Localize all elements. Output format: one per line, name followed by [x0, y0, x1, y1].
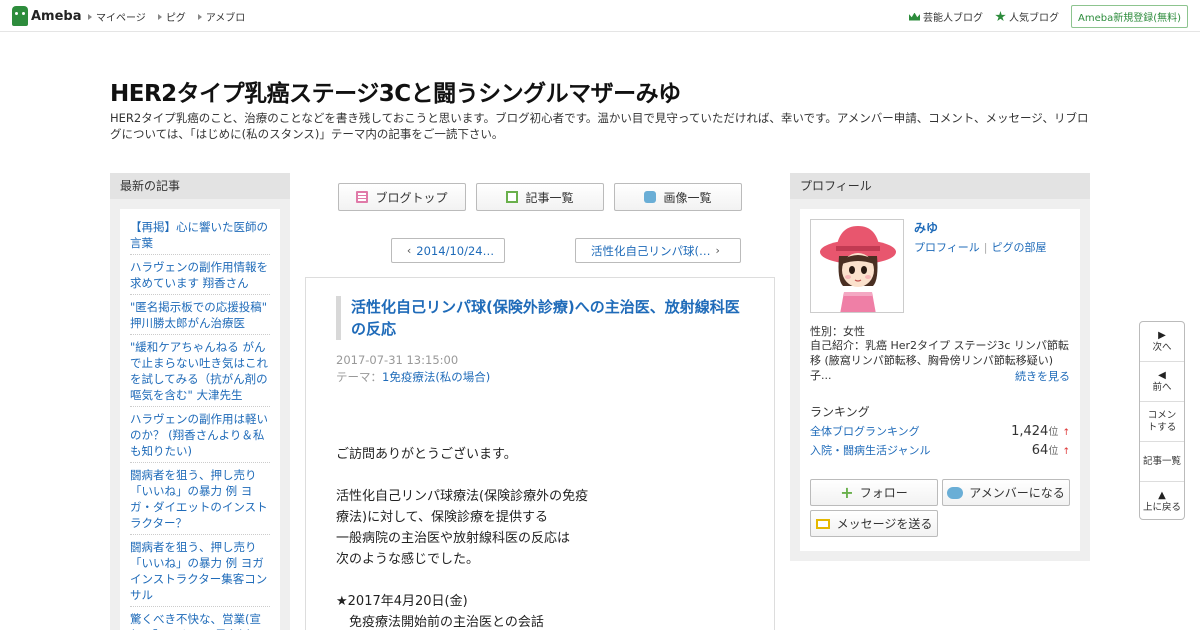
float-comment-button[interactable]: コメントする [1140, 402, 1184, 442]
profile-more-link[interactable]: 続きを見る [1015, 368, 1070, 384]
nav-ameblo[interactable]: アメブロ [197, 9, 245, 24]
envelope-icon [815, 518, 830, 529]
global-header: Ameba マイページ ピグ アメブロ 芸能人ブログ 人気ブログ Ameba新規… [0, 0, 1200, 32]
blog-icon [356, 191, 369, 203]
article-paragraph: 療法)に対して、保険診療を提供する [336, 510, 549, 525]
ameba-logo-text: Ameba [31, 8, 82, 24]
nav-mypage[interactable]: マイページ [88, 9, 146, 24]
triangle-right-icon [197, 13, 202, 20]
ranking-heading: ランキング [810, 405, 870, 419]
profile-box: みゆ プロフィール | ピグの部屋 性別：女性 自己紹介：乳癌 Her2タイプ ステ… [800, 209, 1080, 551]
ranking-value: 64位 ↑ [1031, 443, 1070, 458]
chevron-left-icon: ‹ [406, 244, 412, 257]
recent-articles-panel: 最新の記事 【再掲】心に響いた医師の言葉 ハラヴェンの副作用情報を求めています … [110, 173, 290, 630]
blog-title[interactable]: HER2タイプ乳癌ステージ3Cと闘うシングルマザーみゆ [110, 74, 681, 108]
arrow-up-icon: ↑ [1062, 428, 1070, 438]
recent-article-link[interactable]: 闘病者を狙う、押し売り「いいね」の暴力 例 ヨガインストラクター集客コンサル [130, 535, 270, 607]
blog-top-button[interactable]: ブログトップ [338, 183, 466, 211]
camera-icon [644, 191, 657, 203]
profile-panel: プロフィール みゆ プロフィール | ピグの部屋 性別：女性 自己紹介：乳癌 H… [790, 173, 1090, 561]
float-next-button[interactable]: ▶ 次へ [1140, 322, 1184, 362]
recent-article-link[interactable]: 闘病者を狙う、押し売り「いいね」の暴力 例 ヨガ・ダイエットのインストラクター？ [130, 463, 270, 535]
article-list-button[interactable]: 記事一覧 [476, 183, 604, 211]
follow-button[interactable]: + フォロー [810, 479, 938, 506]
ranking-row: 全体ブログランキング 1,424位 ↑ [810, 423, 1070, 439]
pigg-room-link[interactable]: ピグの部屋 [992, 241, 1047, 254]
ranking-label[interactable]: 入院・闘病生活ジャンル [810, 442, 930, 458]
chevron-right-icon: › [715, 244, 720, 257]
float-top-button[interactable]: ▲ 上に戻る [1140, 482, 1184, 522]
article-body: ご訪問ありがとうございます。 活性化自己リンパ球療法(保険診療外の免疫 療法)に… [336, 444, 746, 630]
profile-links: プロフィール | ピグの部屋 [914, 241, 1047, 254]
float-prev-button[interactable]: ◀ 前へ [1140, 362, 1184, 402]
ranking-value: 1,424位 ↑ [1011, 424, 1070, 439]
arrow-up-icon: ↑ [1062, 447, 1070, 457]
next-article-button[interactable]: 活性化自己リンパ球(… › [575, 238, 741, 263]
triangle-right-icon [157, 13, 162, 20]
article-paragraph: ご訪問ありがとうございます。 [336, 447, 517, 462]
article-paragraph: 一般病院の主治医や放射線科医の反応は [336, 531, 571, 546]
crown-icon [908, 12, 920, 21]
ranking-row: 入院・闘病生活ジャンル 64位 ↑ [810, 442, 1070, 458]
avatar-illustration [820, 226, 896, 312]
triangle-right-icon [88, 13, 92, 20]
celebrity-blog-link[interactable]: 芸能人ブログ [908, 9, 983, 24]
recent-articles-list: 【再掲】心に響いた医師の言葉 ハラヴェンの副作用情報を求めています 翔香さん "… [120, 209, 280, 630]
message-button[interactable]: メッセージを送る [810, 510, 938, 537]
recent-article-link[interactable]: 【再掲】心に響いた医師の言葉 [130, 215, 270, 255]
image-list-button[interactable]: 画像一覧 [614, 183, 742, 211]
prev-article-button[interactable]: ‹ 2014/10/24… [391, 238, 505, 263]
article-paragraph: 免疫療法開始前の主治医との会話 [336, 615, 544, 630]
ameba-logo-icon [12, 6, 28, 26]
recent-article-link[interactable]: ハラヴェンの副作用情報を求めています 翔香さん [130, 255, 270, 295]
popular-blog-link[interactable]: 人気ブログ [995, 9, 1059, 24]
register-button[interactable]: Ameba新規登録(無料) [1070, 5, 1188, 28]
star-icon [995, 11, 1006, 22]
recent-article-link[interactable]: "匿名掲示板での応援投稿" 押川勝太郎がん治療医 [130, 295, 270, 335]
article-theme: テーマ：1免疫療法(私の場合) [336, 370, 491, 384]
blog-description: HER2タイプ乳癌のこと、治療のことなどを書き残しておこうと思います。ブログ初心… [110, 111, 1089, 141]
ameba-logo[interactable]: Ameba [12, 6, 82, 26]
profile-sex: 性別：女性 [810, 325, 865, 338]
article-theme-link[interactable]: 1免疫療法(私の場合) [382, 370, 490, 384]
chat-bubble-icon [947, 486, 964, 499]
ranking-label[interactable]: 全体ブログランキング [810, 423, 920, 439]
nav-pigg[interactable]: ピグ [157, 9, 186, 24]
recent-article-link[interactable]: 驚くべき不快な、営業(宣伝)「いいね」の暴力例 [130, 607, 270, 630]
recent-article-link[interactable]: ハラヴェンの副作用は軽いのか？ (翔香さんより＆私も知りたい) [130, 407, 270, 463]
article-paragraph: 次のような感じでした。 [336, 552, 480, 567]
global-nav: マイページ ピグ アメブロ [88, 9, 257, 24]
profile-heading: プロフィール [790, 173, 1090, 199]
header-right: 芸能人ブログ 人気ブログ Ameba新規登録(無料) [908, 5, 1188, 28]
float-article-list-button[interactable]: 記事一覧 [1140, 442, 1184, 482]
article-paragraph: ★2017年4月20日(金) [336, 594, 468, 609]
recent-articles-heading: 最新の記事 [110, 173, 290, 199]
plus-icon: + [840, 483, 854, 502]
amember-button[interactable]: アメンバーになる [942, 479, 1070, 506]
article-title[interactable]: 活性化自己リンパ球(保険外診療)への主治医、放射線科医の反応 [336, 296, 746, 340]
recent-article-link[interactable]: "緩和ケアちゃんねる がんで止まらない吐き気はこれを試してみる（抗がん剤の嘔気を… [130, 335, 270, 407]
play-up-icon: ▲ [1158, 490, 1166, 501]
profile-name[interactable]: みゆ [914, 219, 938, 236]
avatar[interactable] [810, 219, 904, 313]
play-left-icon: ◀ [1158, 369, 1166, 381]
article-date: 2017-07-31 13:15:00 [336, 353, 459, 367]
article: 活性化自己リンパ球(保険外診療)への主治医、放射線科医の反応 2017-07-3… [305, 277, 775, 630]
profile-link[interactable]: プロフィール [914, 241, 980, 254]
play-right-icon: ▶ [1158, 329, 1166, 341]
article-paragraph: 活性化自己リンパ球療法(保険診療外の免疫 [336, 489, 589, 504]
floating-nav: ▶ 次へ ◀ 前へ コメントする 記事一覧 ▲ 上に戻る [1139, 321, 1185, 520]
documents-icon [506, 191, 519, 203]
